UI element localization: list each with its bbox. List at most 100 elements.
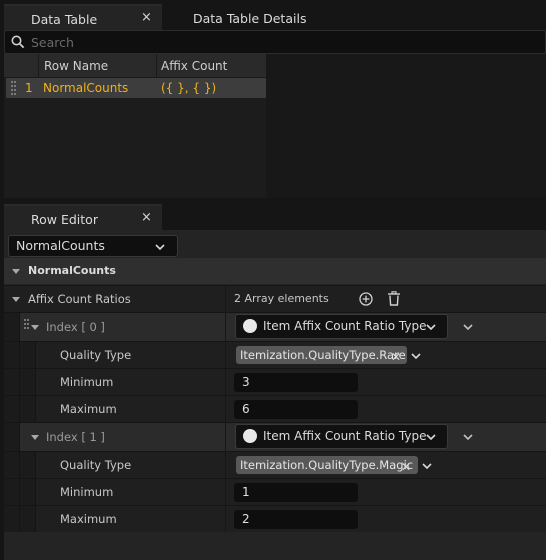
array-count: 2 Array elements	[234, 292, 329, 305]
maximum-label: Maximum	[60, 512, 117, 526]
gameplay-tag-chip[interactable]: Itemization.QualityType.Magic ✕	[236, 456, 418, 474]
array-label: Affix Count Ratios	[28, 292, 131, 306]
array-element-0-header: Index [ 0 ] Item Affix Count Ratio Type	[4, 312, 546, 341]
row-name-cell: NormalCounts	[43, 81, 129, 95]
tab-data-table-label: Data Table	[31, 11, 98, 27]
column-separator	[156, 54, 157, 78]
maximum-row: Maximum 2	[4, 505, 546, 532]
chevron-down-icon[interactable]	[422, 461, 432, 471]
row-gutter	[20, 479, 36, 505]
column-divider	[225, 452, 226, 478]
search-icon	[11, 35, 25, 49]
column-divider	[225, 423, 226, 451]
index-label: Index [ 0 ]	[46, 320, 105, 334]
drag-handle-icon[interactable]	[11, 81, 17, 95]
chevron-down-icon	[426, 322, 436, 332]
row-gutter	[20, 452, 36, 478]
maximum-input[interactable]: 2	[234, 510, 358, 529]
affix-count-ratios-cell: ({ }, { })	[161, 81, 217, 95]
search-input[interactable]: Search	[4, 30, 546, 54]
gameplay-tag-value: Itemization.QualityType.Rare	[240, 348, 406, 362]
row-index: 1	[25, 81, 33, 95]
column-separator	[38, 54, 39, 78]
tab-data-table[interactable]: Data Table ×	[4, 4, 162, 32]
minimum-row: Minimum 1	[4, 478, 546, 505]
row-select-value: NormalCounts	[16, 238, 105, 253]
chevron-down-icon	[426, 432, 436, 442]
row-gutter	[4, 479, 20, 505]
quality-type-label: Quality Type	[60, 458, 132, 472]
row-gutter	[20, 506, 36, 532]
struct-type-dropdown[interactable]: Item Affix Count Ratio Type	[235, 424, 448, 449]
element-options-chevron-icon[interactable]	[463, 432, 473, 442]
column-divider	[225, 286, 226, 312]
close-icon[interactable]: ×	[141, 210, 152, 225]
row-gutter	[4, 452, 20, 478]
column-divider	[225, 396, 226, 422]
quality-type-row: Quality Type Itemization.QualityType.Mag…	[4, 451, 546, 478]
struct-icon	[243, 429, 257, 443]
top-tab-bar: Data Table × Data Table Details	[0, 0, 546, 32]
minimum-input[interactable]: 3	[234, 373, 358, 392]
row-gutter	[20, 342, 36, 368]
expand-arrow-icon[interactable]	[12, 297, 20, 302]
array-element-1-header: Index [ 1 ] Item Affix Count Ratio Type	[4, 422, 546, 451]
expand-arrow-icon[interactable]	[31, 435, 39, 440]
data-table-details-panel	[266, 54, 546, 198]
tab-data-table-details[interactable]: Data Table Details	[170, 4, 340, 32]
minimum-label: Minimum	[60, 485, 114, 499]
row-gutter	[4, 342, 20, 368]
struct-type-dropdown[interactable]: Item Affix Count Ratio Type	[235, 314, 448, 339]
struct-type-label: Item Affix Count Ratio Type	[263, 319, 427, 333]
tab-row-editor-label: Row Editor	[31, 211, 98, 227]
element-options-chevron-icon[interactable]	[463, 322, 473, 332]
maximum-row: Maximum 6	[4, 395, 546, 422]
drag-handle-icon[interactable]	[24, 319, 30, 333]
table-row[interactable]: 1 NormalCounts ({ }, { })	[6, 78, 266, 98]
data-table: Row Name Affix Count Ratios 1 NormalCoun…	[4, 54, 266, 198]
row-gutter	[20, 396, 36, 422]
remove-tag-icon[interactable]: ✕	[391, 348, 401, 366]
chevron-down-icon[interactable]	[411, 351, 421, 361]
array-row: Affix Count Ratios 2 Array elements	[4, 285, 546, 312]
tab-data-table-details-label: Data Table Details	[193, 10, 307, 26]
row-gutter	[4, 313, 20, 341]
struct-icon	[243, 319, 257, 333]
quality-type-label: Quality Type	[60, 348, 132, 362]
column-divider	[225, 479, 226, 505]
column-header-affix-count-ratios[interactable]: Affix Count Ratios	[161, 54, 266, 97]
gameplay-tag-value: Itemization.QualityType.Magic	[240, 458, 414, 472]
section-title: NormalCounts	[28, 264, 116, 277]
chevron-down-icon	[155, 242, 165, 252]
row-gutter	[4, 506, 20, 532]
column-divider	[225, 369, 226, 395]
tab-row-editor[interactable]: Row Editor ×	[4, 204, 162, 232]
close-icon[interactable]: ×	[141, 10, 152, 25]
index-label: Index [ 1 ]	[46, 430, 105, 444]
remove-tag-icon[interactable]: ✕	[401, 458, 411, 476]
row-gutter	[4, 423, 20, 451]
row-gutter	[4, 396, 20, 422]
minimum-input[interactable]: 1	[234, 483, 358, 502]
column-divider	[225, 313, 226, 341]
row-gutter	[20, 369, 36, 395]
row-select-dropdown[interactable]: NormalCounts	[8, 235, 178, 257]
gameplay-tag-chip[interactable]: Itemization.QualityType.Rare ✕	[236, 346, 407, 364]
minimum-label: Minimum	[60, 375, 114, 389]
column-divider	[225, 506, 226, 532]
quality-type-row: Quality Type Itemization.QualityType.Rar…	[4, 341, 546, 368]
column-header-row-name[interactable]: Row Name	[44, 54, 108, 78]
struct-type-label: Item Affix Count Ratio Type	[263, 429, 427, 443]
table-header: Row Name Affix Count Ratios	[4, 54, 266, 97]
expand-arrow-icon[interactable]	[31, 325, 39, 330]
delete-all-icon[interactable]	[387, 291, 401, 306]
row-gutter	[4, 369, 20, 395]
column-divider	[225, 342, 226, 368]
maximum-input[interactable]: 6	[234, 400, 358, 419]
section-header[interactable]: NormalCounts	[4, 258, 546, 284]
maximum-label: Maximum	[60, 402, 117, 416]
minimum-row: Minimum 3	[4, 368, 546, 395]
add-element-icon[interactable]	[359, 292, 373, 306]
expand-arrow-icon[interactable]	[12, 269, 20, 274]
row-editor-tab-bar: Row Editor ×	[0, 200, 546, 232]
